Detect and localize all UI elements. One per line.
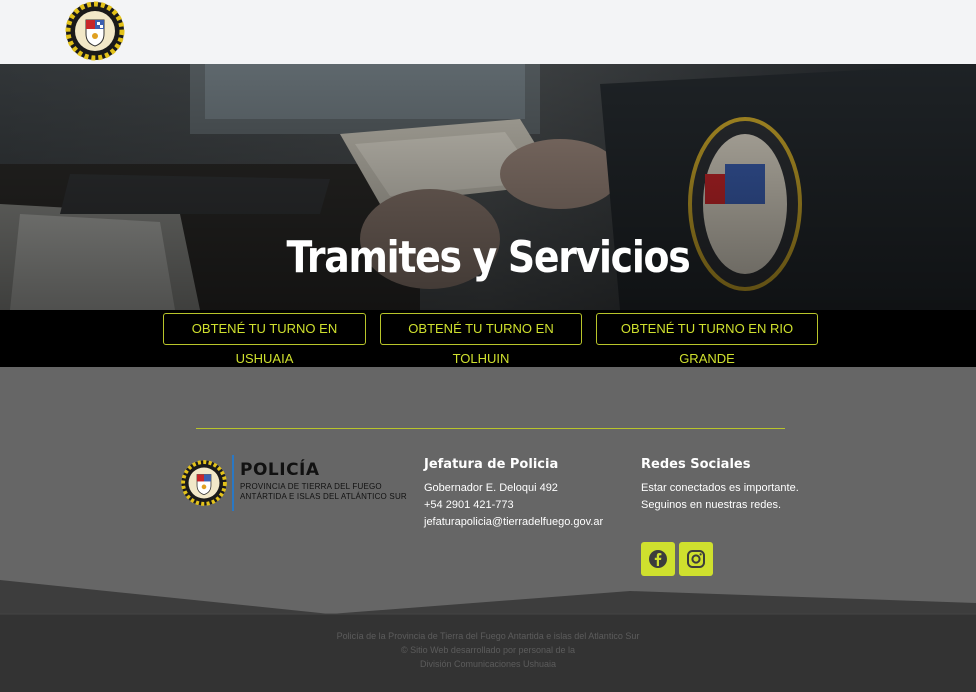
jefatura-address: Gobernador E. Deloqui 492 — [424, 482, 558, 494]
brand-subtitle-line2: ANTÁRTIDA E ISLAS DEL ATLÁNTICO SUR — [240, 492, 407, 501]
hero-banner: Tramites y Servicios — [0, 64, 976, 310]
redes-text-1: Estar conectados es importante. — [641, 482, 799, 494]
turno-tolhuin-button[interactable]: OBTENÉ TU TURNO EN TOLHUIN — [380, 313, 582, 366]
instagram-button[interactable] — [679, 542, 713, 576]
jefatura-phone[interactable]: +54 2901 421-773 — [424, 497, 514, 514]
instagram-icon — [687, 550, 705, 568]
brand-wordmark: POLICÍA — [240, 460, 320, 480]
brand-separator — [232, 455, 234, 511]
jefatura-email[interactable]: jefaturapolicia@tierradelfuego.gov.ar — [424, 514, 603, 531]
footer-brand: POLICÍA PROVINCIA DE TIERRA DEL FUEGO AN… — [180, 455, 407, 515]
site-footer: POLICÍA PROVINCIA DE TIERRA DEL FUEGO AN… — [0, 367, 976, 692]
footer-credits: Policía de la Provincia de Tierra del Fu… — [0, 629, 976, 671]
credits-line1: Policía de la Provincia de Tierra del Fu… — [336, 631, 640, 641]
credits-line3: División Comunicaciones Ushuaia — [419, 659, 557, 669]
redes-text-2: Seguinos en nuestras redes. — [641, 499, 782, 511]
page-title: Tramites y Servicios — [286, 232, 691, 283]
credits-line2: © Sitio Web desarrollado por personal de… — [400, 645, 576, 655]
brand-subtitle-line1: PROVINCIA DE TIERRA DEL FUEGO — [240, 482, 382, 491]
redes-title: Redes Sociales — [641, 457, 751, 472]
site-header — [0, 0, 976, 64]
turnos-band: OBTENÉ TU TURNO EN USHUAIA OBTENÉ TU TUR… — [0, 310, 976, 367]
turno-ushuaia-button[interactable]: OBTENÉ TU TURNO EN USHUAIA — [163, 313, 366, 366]
facebook-button[interactable] — [641, 542, 675, 576]
turno-rio-grande-button[interactable]: OBTENÉ TU TURNO EN RIO GRANDE — [596, 313, 818, 366]
footer-divider — [196, 428, 785, 429]
police-shield-logo — [181, 460, 227, 506]
facebook-icon — [649, 550, 667, 568]
jefatura-title: Jefatura de Policia — [424, 457, 559, 472]
police-shield-logo[interactable] — [64, 0, 126, 62]
